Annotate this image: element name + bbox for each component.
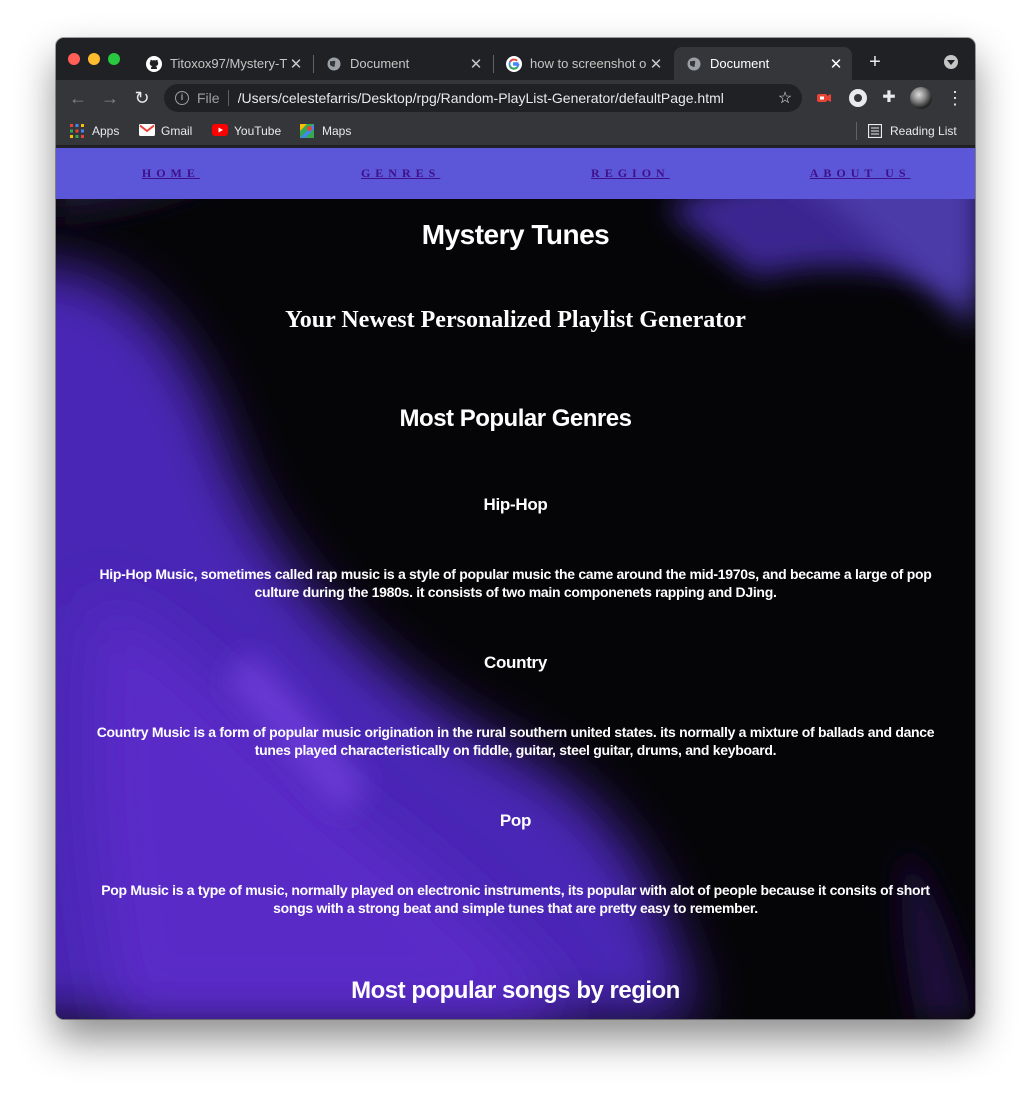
site-nav: HOME GENRES REGION ABOUT US [56,148,975,199]
genre-description-country: Country Music is a form of popular music… [96,724,935,758]
bookmark-star-icon[interactable]: ☆ [776,88,794,108]
close-icon[interactable]: ✕ [288,55,304,73]
bookmark-youtube[interactable]: YouTube [212,122,281,140]
bookmarks-bar: Apps Gmail YouTube Maps Reading List [56,116,975,146]
google-icon [506,55,522,72]
globe-icon [326,56,342,72]
address-divider [227,90,229,106]
bookmark-label: Apps [92,124,120,138]
minimize-window-button[interactable] [88,53,100,65]
new-tab-button[interactable]: + [864,51,886,73]
nav-region-link[interactable]: REGION [516,148,746,199]
bookmark-apps[interactable]: Apps [70,122,119,140]
close-icon[interactable]: ✕ [828,55,844,73]
tab-google-search[interactable]: how to screenshot o ✕ [494,47,672,80]
extension-icon[interactable] [815,89,833,107]
bookmarks-separator [856,122,857,140]
maps-icon [300,124,314,138]
youtube-icon [212,124,228,138]
extensions-puzzle-icon[interactable]: ✚ [880,89,898,107]
maximize-window-button[interactable] [108,53,120,65]
reload-button[interactable]: ↻ [130,86,154,110]
apps-grid-icon [70,124,84,138]
genre-name-country: Country [483,653,548,672]
bookmark-label: Gmail [161,124,193,138]
bookmark-label: Maps [322,124,352,138]
nav-about-us-link[interactable]: ABOUT US [745,148,975,199]
tab-title: Document [710,56,770,71]
region-heading: Most popular songs by region [351,977,680,1004]
genre-description-hip-hop: Hip-Hop Music, sometimes called rap musi… [99,566,932,600]
genre-description-pop: Pop Music is a type of music, normally p… [101,882,930,916]
bookmark-gmail[interactable]: Gmail [139,122,192,140]
reading-list-label: Reading List [890,124,957,138]
genre-name-hip-hop: Hip-Hop [483,495,548,514]
tab-title: Titoxox97/Mystery-T [170,56,288,71]
tab-github[interactable]: Titoxox97/Mystery-T ✕ [134,47,312,80]
browser-window: Titoxox97/Mystery-T ✕ Document ✕ how to … [56,38,975,1019]
info-icon[interactable]: i [175,91,189,105]
tagline: Your Newest Personalized Playlist Genera… [285,307,746,333]
address-scheme: File [197,90,220,106]
extension-circle-icon[interactable] [849,89,867,107]
genre-name-pop: Pop [499,811,532,830]
genres-heading: Most Popular Genres [399,405,632,432]
bookmark-maps[interactable]: Maps [300,122,351,140]
tab-title: how to screenshot o [530,56,647,71]
address-url[interactable]: /Users/celestefarris/Desktop/rpg/Random-… [238,90,776,106]
browser-toolbar: ← → ↻ i File /Users/celestefarris/Deskto… [56,80,975,116]
nav-home-link[interactable]: HOME [56,148,286,199]
tab-search-button[interactable] [944,55,958,69]
close-icon[interactable]: ✕ [648,55,664,73]
profile-avatar[interactable] [910,87,932,109]
tab-strip: Titoxox97/Mystery-T ✕ Document ✕ how to … [56,38,975,80]
site-title: Mystery Tunes [421,219,610,250]
close-window-button[interactable] [68,53,80,65]
github-icon [146,55,162,72]
back-button[interactable]: ← [66,86,90,110]
reading-list-button[interactable]: Reading List [867,122,957,140]
globe-icon [686,56,702,72]
gmail-icon [139,124,155,138]
bookmark-label: YouTube [234,124,282,138]
tab-document[interactable]: Document ✕ [314,47,492,80]
forward-button[interactable]: → [98,86,122,110]
tab-title: Document [350,56,410,71]
more-menu-icon[interactable]: ⋮ [946,88,964,108]
web-page: HOME GENRES REGION ABOUT US Mystery Tune… [56,148,975,1019]
reading-list-icon [867,123,883,139]
tab-document-active[interactable]: Document ✕ [674,47,852,80]
address-bar[interactable]: i File /Users/celestefarris/Desktop/rpg/… [164,84,802,112]
nav-genres-link[interactable]: GENRES [286,148,516,199]
close-icon[interactable]: ✕ [468,55,484,73]
